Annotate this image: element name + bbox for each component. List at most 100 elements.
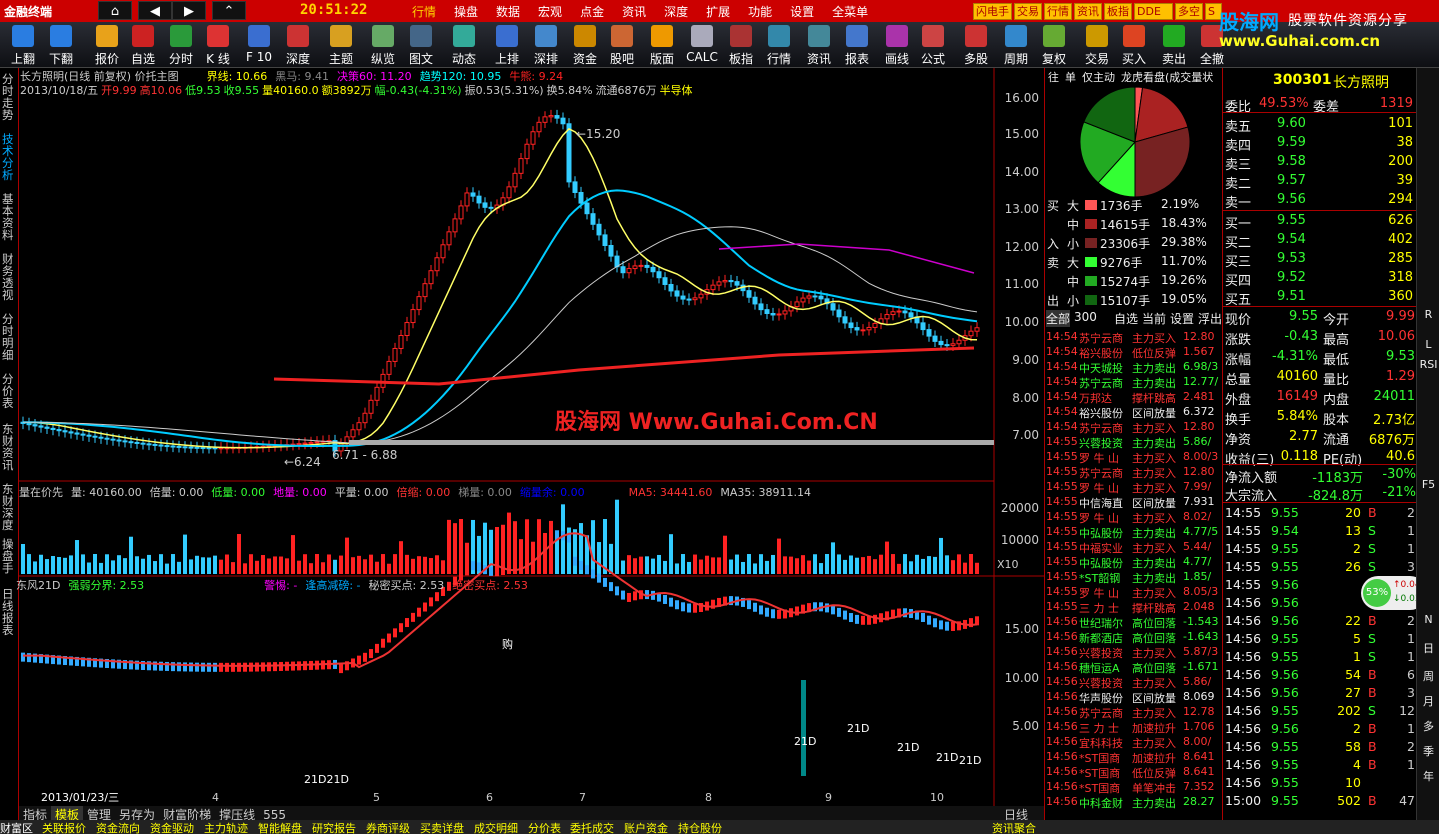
home-button[interactable]: ⌂ [98, 1, 132, 20]
toolbar-button[interactable]: 报表 [838, 22, 876, 68]
side-shortcut[interactable]: F5 [1419, 478, 1438, 491]
alert-row[interactable]: 14:56 *ST国商 加速拉升 8.641 [1045, 750, 1225, 765]
side-shortcut[interactable]: 季 [1419, 743, 1438, 759]
quick-tag[interactable]: 交易 [1014, 3, 1042, 20]
topnav-item[interactable]: 资讯 [622, 3, 646, 20]
alert-row[interactable]: 14:56 世纪瑞尔 高位回落 -1.543 [1045, 615, 1225, 630]
side-shortcut[interactable]: 周 [1419, 668, 1438, 684]
toolbar-button[interactable]: 动态 [445, 22, 483, 68]
quick-tag[interactable]: 多空 [1175, 3, 1203, 20]
alert-row[interactable]: 14:56 *ST国商 单笔冲击 7.352 [1045, 780, 1225, 795]
sidebar-tab[interactable]: 东财资讯 [2, 423, 16, 471]
side-shortcut[interactable]: R [1419, 308, 1438, 321]
trade-filter-tab[interactable]: 自选 [1114, 310, 1138, 327]
alert-row[interactable]: 14:55 罗 牛 山主力买入 8.00/3 [1045, 450, 1225, 465]
toolbar-button[interactable]: 交易 [1078, 22, 1116, 68]
toolbar-button[interactable]: 图文 [402, 22, 440, 68]
status-tab[interactable]: 券商评级 [366, 820, 410, 834]
alert-row[interactable]: 14:55 罗 牛 山主力买入 7.99/ [1045, 480, 1225, 495]
chart-area[interactable]: 16.00 15.00 14.00 13.00 12.00 11.00 10.00 9.00 8… [19, 68, 1044, 820]
forward-button[interactable]: ▶ [172, 1, 206, 20]
toolbar-button[interactable]: 资讯 [800, 22, 838, 68]
sidebar-tab[interactable]: 分价表 [2, 373, 16, 409]
toolbar-button[interactable]: 行情 [760, 22, 798, 68]
toolbar-button[interactable]: 买入 [1115, 22, 1153, 68]
side-shortcut[interactable]: 年 [1419, 768, 1438, 784]
sidebar-tab[interactable]: 东财深度 [2, 483, 16, 531]
trade-filter-tab[interactable]: 全部 [1046, 310, 1071, 327]
alert-row[interactable]: 14:55 中弘股份 主力卖出 4.77/ [1045, 555, 1225, 570]
toolbar-button[interactable]: 多股 [957, 22, 995, 68]
status-tab[interactable]: 研究报告 [312, 820, 356, 834]
alert-row[interactable]: 14:54 中天城投 主力卖出 6.98/3 [1045, 360, 1225, 375]
kline-chart-svg[interactable]: 16.00 15.00 14.00 13.00 12.00 11.00 10.00 9.00 8… [19, 68, 1044, 820]
alert-row[interactable]: 14:55 罗 牛 山主力买入 8.05/3 [1045, 585, 1225, 600]
alert-row[interactable]: 14:54 裕兴股份 区间放量 6.372 [1045, 405, 1225, 420]
quick-tag[interactable]: 闪电手 [973, 3, 1012, 20]
status-tab[interactable]: 主力轨迹 [204, 820, 248, 834]
status-tab[interactable]: 财富区 [0, 820, 33, 834]
toolbar-button[interactable]: 分时 [162, 22, 200, 68]
alert-row[interactable]: 14:56 三 力 士加速拉升 1.706 [1045, 720, 1225, 735]
alert-row[interactable]: 14:55 罗 牛 山主力买入 8.02/ [1045, 510, 1225, 525]
quick-tag[interactable]: 行情 [1044, 3, 1072, 20]
toolbar-button[interactable]: F 10 [240, 22, 278, 68]
topnav-item[interactable]: 操盘 [454, 3, 478, 20]
alert-row[interactable]: 14:55 中福实业 主力买入 5.44/ [1045, 540, 1225, 555]
side-shortcut[interactable]: RSI [1419, 358, 1438, 371]
alert-row[interactable]: 14:54 苏宁云商 主力买入 12.80 [1045, 330, 1225, 345]
toolbar-button[interactable]: 公式 [914, 22, 952, 68]
quick-tag[interactable]: 资讯 [1074, 3, 1102, 20]
status-tab[interactable]: 关联报价 [42, 820, 86, 834]
alert-row[interactable]: 14:56 *ST国商 低位反弹 8.641 [1045, 765, 1225, 780]
flow-tab[interactable]: 往 [1048, 69, 1059, 85]
toolbar-button[interactable]: 板指 [722, 22, 760, 68]
status-tab[interactable]: 委托成交 [570, 820, 614, 834]
trade-filter-tab[interactable]: 浮出 [1198, 310, 1222, 327]
trade-filter-tab[interactable]: 300 [1074, 310, 1097, 324]
status-tab[interactable]: 资金驱动 [150, 820, 194, 834]
alert-row[interactable]: 14:54 万邦达 撑杆跳高 2.481 [1045, 390, 1225, 405]
alert-row[interactable]: 14:54 裕兴股份 低位反弹 1.567 [1045, 345, 1225, 360]
topnav-item[interactable]: 宏观 [538, 3, 562, 20]
sidebar-tab[interactable]: 分时走势 [2, 73, 16, 121]
alert-row[interactable]: 14:56 穗恒运A 高位回落 -1.671 [1045, 660, 1225, 675]
toolbar-button[interactable]: 股吧 [603, 22, 641, 68]
toolbar-button[interactable]: 画线 [878, 22, 916, 68]
quick-tag[interactable]: DDE [1134, 3, 1173, 20]
sidebar-tab[interactable]: 基本资料 [2, 193, 16, 241]
status-tab[interactable]: 成交明细 [474, 820, 518, 834]
alert-row[interactable]: 14:56 华声股份 区间放量 8.069 [1045, 690, 1225, 705]
alert-row[interactable]: 14:55 *ST韶钢 主力卖出 1.85/ [1045, 570, 1225, 585]
toolbar-button[interactable]: 纵览 [364, 22, 402, 68]
toolbar-button[interactable]: 周期 [997, 22, 1035, 68]
toolbar-button[interactable]: 复权 [1035, 22, 1073, 68]
sidebar-tab[interactable]: 财务透视 [2, 253, 16, 301]
collapse-button[interactable]: ⌃ [212, 1, 246, 20]
side-shortcut[interactable]: 日 [1419, 640, 1438, 656]
toolbar-button[interactable]: 上翻 [4, 22, 42, 68]
trade-filter-tab[interactable]: 设置 [1170, 310, 1194, 327]
topnav-item[interactable]: 扩展 [706, 3, 730, 20]
toolbar-button[interactable]: 卖出 [1155, 22, 1193, 68]
topnav-item[interactable]: 数据 [496, 3, 520, 20]
status-tab[interactable]: 智能解盘 [258, 820, 302, 834]
alert-row[interactable]: 14:55 兴蓉投资 主力卖出 5.86/ [1045, 435, 1225, 450]
alert-row[interactable]: 14:55 苏宁云商 主力买入 12.80 [1045, 465, 1225, 480]
topnav-item[interactable]: 设置 [790, 3, 814, 20]
toolbar-button[interactable]: 自选 [124, 22, 162, 68]
alert-row[interactable]: 14:56 中科金财 主力卖出 28.27 [1045, 795, 1225, 810]
toolbar-button[interactable]: 下翻 [42, 22, 80, 68]
toolbar-button[interactable]: 版面 [643, 22, 681, 68]
alert-row[interactable]: 14:56 兴蓉投资 主力买入 5.87/3 [1045, 645, 1225, 660]
alert-row[interactable]: 14:56 新都酒店 高位回落 -1.643 [1045, 630, 1225, 645]
status-tab[interactable]: 账户资金 [624, 820, 668, 834]
side-shortcut[interactable]: L [1419, 338, 1438, 351]
alert-row[interactable]: 14:55 中信海直 区间放量 7.931 [1045, 495, 1225, 510]
side-shortcut[interactable]: 多 [1419, 718, 1438, 734]
toolbar-button[interactable]: 报价 [88, 22, 126, 68]
toolbar-button[interactable]: K 线 [199, 22, 237, 68]
toolbar-button[interactable]: 深排 [527, 22, 565, 68]
status-tab[interactable]: 资金流向 [96, 820, 140, 834]
sidebar-tab[interactable]: 技术分析 [2, 133, 16, 181]
